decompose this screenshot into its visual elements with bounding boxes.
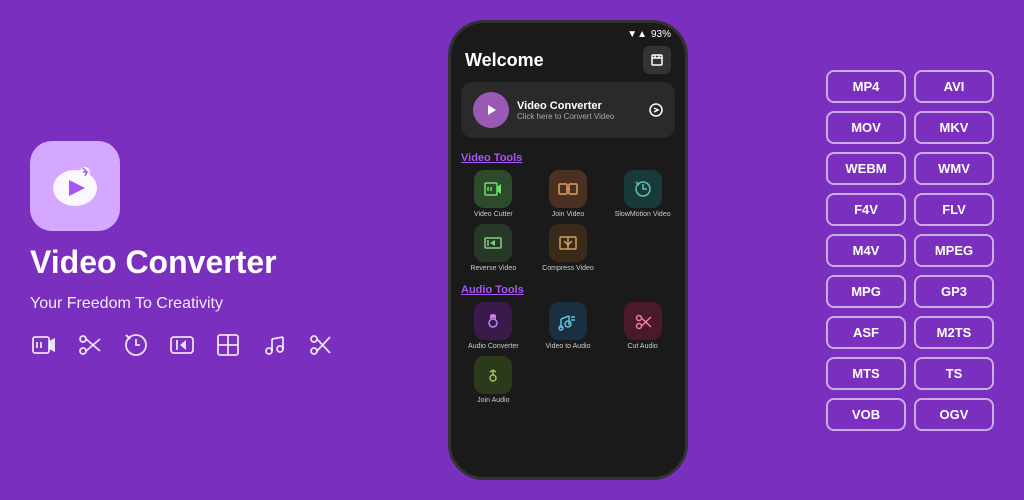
scissors-icon xyxy=(306,331,334,359)
app-subtitle: Your Freedom To Creativity xyxy=(30,295,223,313)
history-icon[interactable] xyxy=(643,46,671,74)
toolbar-icons xyxy=(30,331,334,359)
converter-card[interactable]: Video Converter Click here to Convert Vi… xyxy=(461,82,675,138)
video-tools-label: Video Tools xyxy=(451,148,685,170)
tool-reverse-video[interactable]: Reverse Video xyxy=(459,224,528,272)
format-tag-mov[interactable]: MOV xyxy=(826,111,906,144)
tool-label: Reverse Video xyxy=(470,265,516,272)
format-tag-flv[interactable]: FLV xyxy=(914,193,994,226)
tool-slow-motion[interactable]: SlowMotion Video xyxy=(608,170,677,218)
left-section: Video Converter Your Freedom To Creativi… xyxy=(30,141,310,358)
tool-label: Video to Audio xyxy=(545,343,590,350)
rewind-icon xyxy=(168,331,196,359)
tool-join-video[interactable]: Join Video xyxy=(534,170,603,218)
video-tools-grid: Video Cutter Join Video SlowMotion Video… xyxy=(451,170,685,280)
phone-screen: ▼▲ 93% Welcome Video Converter Click her… xyxy=(451,23,685,477)
converter-name: Video Converter xyxy=(517,100,614,112)
format-tags-grid: MP4AVIMOVMKVWEBMWMVF4VFLVM4VMPEGMPGGP3AS… xyxy=(826,70,994,431)
audio-tools-label: Audio Tools xyxy=(451,280,685,302)
slow-motion-icon xyxy=(122,331,150,359)
tool-video-cutter[interactable]: Video Cutter xyxy=(459,170,528,218)
tool-label: Video Cutter xyxy=(474,211,513,218)
audio-tools-grid: Audio Converter Video to Audio Cut Audio… xyxy=(451,302,685,412)
format-tag-mkv[interactable]: MKV xyxy=(914,111,994,144)
format-tag-asf[interactable]: ASF xyxy=(826,316,906,349)
converter-sub: Click here to Convert Video xyxy=(517,112,614,121)
cut-tool-icon xyxy=(76,331,104,359)
converter-avatar xyxy=(473,92,509,128)
tool-label: Audio Converter xyxy=(468,343,519,350)
format-tag-mp4[interactable]: MP4 xyxy=(826,70,906,103)
signal-icon: ▼▲ xyxy=(627,29,647,40)
tool-join-audio[interactable]: Join Audio xyxy=(459,356,528,404)
format-tag-m4v[interactable]: M4V xyxy=(826,234,906,267)
tool-label: Cut Audio xyxy=(627,343,657,350)
tool-label: SlowMotion Video xyxy=(615,211,671,218)
music-icon xyxy=(260,331,288,359)
converter-card-left: Video Converter Click here to Convert Vi… xyxy=(473,92,614,128)
format-tag-f4v[interactable]: F4V xyxy=(826,193,906,226)
tool-compress-video[interactable]: Compress Video xyxy=(534,224,603,272)
tool-label: Join Video xyxy=(552,211,585,218)
format-tag-mpg[interactable]: MPG xyxy=(826,275,906,308)
tool-audio-converter[interactable]: Audio Converter xyxy=(459,302,528,350)
status-bar: ▼▲ 93% xyxy=(451,23,685,42)
phone-welcome-title: Welcome xyxy=(465,50,544,71)
format-tag-vob[interactable]: VOB xyxy=(826,398,906,431)
format-tag-ts[interactable]: TS xyxy=(914,357,994,390)
arrow-icon xyxy=(649,103,663,117)
app-title: Video Converter xyxy=(30,245,277,280)
format-tag-avi[interactable]: AVI xyxy=(914,70,994,103)
tool-cut-audio[interactable]: Cut Audio xyxy=(608,302,677,350)
battery-text: 93% xyxy=(651,29,671,40)
phone-header: Welcome xyxy=(451,42,685,82)
format-tag-wmv[interactable]: WMV xyxy=(914,152,994,185)
format-tag-mpeg[interactable]: MPEG xyxy=(914,234,994,267)
format-tag-m2ts[interactable]: M2TS xyxy=(914,316,994,349)
app-icon xyxy=(30,141,120,231)
converter-text: Video Converter Click here to Convert Vi… xyxy=(517,100,614,121)
format-tag-webm[interactable]: WEBM xyxy=(826,152,906,185)
video-tool-icon xyxy=(30,331,58,359)
phone-mockup: ▼▲ 93% Welcome Video Converter Click her… xyxy=(448,20,688,480)
format-tag-ogv[interactable]: OGV xyxy=(914,398,994,431)
tool-video-to-audio[interactable]: Video to Audio xyxy=(534,302,603,350)
format-tag-gp3[interactable]: GP3 xyxy=(914,275,994,308)
format-tag-mts[interactable]: MTS xyxy=(826,357,906,390)
tool-label: Compress Video xyxy=(542,265,594,272)
tool-label: Join Audio xyxy=(477,397,509,404)
compress-icon xyxy=(214,331,242,359)
